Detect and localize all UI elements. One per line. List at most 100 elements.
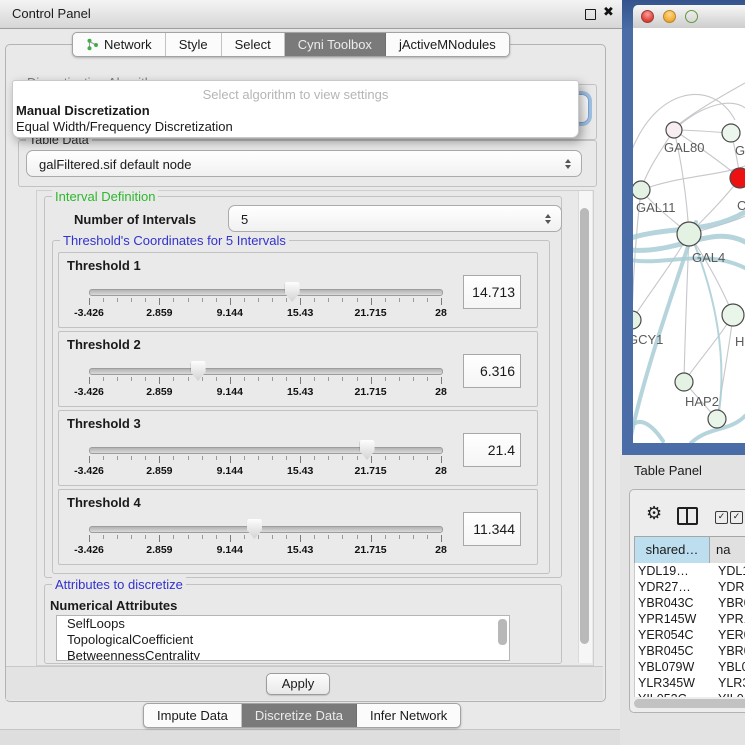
- slider-track[interactable]: [89, 368, 443, 375]
- network-node[interactable]: [666, 122, 682, 138]
- node-label: GA: [735, 143, 745, 158]
- table-row[interactable]: YBL079WYBL0: [635, 659, 745, 675]
- attribute-item[interactable]: BetweennessCentrality: [57, 648, 509, 661]
- threshold-value-field[interactable]: 21.4: [463, 433, 521, 467]
- node-label: GAL4: [692, 250, 725, 265]
- network-canvas-svg: GAL80GACGAL11GAL4GCY1HHAP2: [633, 28, 745, 443]
- slider-tick-labels: -3.4262.8599.14415.4321.71528: [89, 544, 441, 557]
- network-canvas[interactable]: GAL80GACGAL11GAL4GCY1HHAP2: [633, 28, 745, 443]
- column-header-shared-name[interactable]: shared…: [634, 537, 710, 563]
- table-row[interactable]: YIL052CYIL0: [635, 691, 745, 697]
- gear-icon[interactable]: ⚙: [646, 503, 662, 524]
- float-window-icon[interactable]: [585, 9, 596, 20]
- threshold-value-field[interactable]: 14.713: [463, 275, 521, 309]
- attributes-group-label: Attributes to discretize: [52, 577, 186, 592]
- network-node[interactable]: [633, 181, 650, 199]
- checkbox-icon[interactable]: ✓: [715, 511, 728, 524]
- tab-jactivemnodules[interactable]: jActiveMNodules: [386, 33, 509, 56]
- numerical-attributes-list: SelfLoopsTopologicalCoefficientBetweenne…: [56, 615, 510, 661]
- table-row[interactable]: YDR27…YDR2: [635, 579, 745, 595]
- slider-track[interactable]: [89, 289, 443, 296]
- tick-label: 9.144: [217, 307, 243, 319]
- network-node[interactable]: [722, 304, 744, 326]
- table-panel-title: Table Panel: [634, 463, 702, 478]
- tab-select[interactable]: Select: [222, 33, 285, 56]
- table-row[interactable]: YPR145WYPR1: [635, 611, 745, 627]
- tab-label: Cyni Toolbox: [298, 33, 372, 56]
- table-row[interactable]: YBR043CYBR0: [635, 595, 745, 611]
- table-cell: YIL0: [711, 691, 744, 697]
- top-tab-bar: Network Style Select Cyni Toolbox jActiveMNo…: [72, 32, 510, 57]
- threshold-label: Threshold 2: [67, 337, 141, 352]
- tick-label: 28: [435, 544, 447, 556]
- table-cell: YLR3: [711, 675, 745, 691]
- network-node[interactable]: [677, 222, 701, 246]
- tab-label: Impute Data: [157, 704, 228, 727]
- tick-label: 21.715: [355, 465, 387, 477]
- node-label: GCY1: [633, 332, 663, 347]
- attribute-item[interactable]: TopologicalCoefficient: [57, 632, 509, 648]
- table-cell: YBR0: [711, 595, 745, 611]
- split-columns-icon[interactable]: [677, 507, 698, 525]
- tab-network[interactable]: Network: [73, 33, 166, 56]
- network-node[interactable]: [675, 373, 693, 391]
- thresholds-group-label: Threshold's Coordinates for 5 Intervals: [60, 233, 289, 248]
- table-cell: YER054C: [635, 627, 711, 643]
- threshold-value-field[interactable]: 6.316: [463, 354, 521, 388]
- table-cell: YLR345W: [635, 675, 711, 691]
- column-header-name[interactable]: na: [710, 537, 745, 563]
- slider-track[interactable]: [89, 526, 443, 533]
- dropdown-item-manual-discretization[interactable]: Manual Discretization: [16, 103, 556, 119]
- tab-label: Discretize Data: [255, 704, 343, 727]
- number-of-intervals-combobox[interactable]: 5: [228, 205, 562, 232]
- tick-label: 15.43: [287, 307, 313, 319]
- table-cell: YPR1: [711, 611, 745, 627]
- table-cell: YBL0: [711, 659, 745, 675]
- slider-track[interactable]: [89, 447, 443, 454]
- network-node[interactable]: [722, 124, 740, 142]
- table-cell: YDR2: [711, 579, 745, 595]
- tick-label: 2.859: [146, 307, 172, 319]
- tab-label: Infer Network: [370, 704, 447, 727]
- slider-ticks: [89, 377, 441, 385]
- table-row[interactable]: YBR045CYBR0: [635, 643, 745, 659]
- close-icon[interactable]: ✖: [603, 5, 614, 20]
- network-node[interactable]: [730, 168, 745, 188]
- slider-ticks: [89, 456, 441, 464]
- traffic-light-minimize-icon[interactable]: [663, 10, 676, 23]
- table-cell: YBR0: [711, 643, 745, 659]
- tab-impute-data[interactable]: Impute Data: [144, 704, 242, 727]
- tab-cyni-toolbox[interactable]: Cyni Toolbox: [285, 33, 386, 56]
- table-horizontal-scrollbar[interactable]: [634, 699, 745, 708]
- tab-label: Select: [235, 33, 271, 56]
- checkbox-icon[interactable]: ✓: [730, 511, 743, 524]
- algorithm-dropdown-popup: Select algorithm to view settings Manual…: [12, 80, 579, 138]
- table-row[interactable]: YER054CYER0: [635, 627, 745, 643]
- tick-label: 28: [435, 307, 447, 319]
- threshold-value-field[interactable]: 11.344: [463, 512, 521, 546]
- traffic-light-zoom-icon[interactable]: [685, 10, 698, 23]
- interval-definition-label: Interval Definition: [52, 189, 158, 204]
- dropdown-item-equal-width-frequency[interactable]: Equal Width/Frequency Discretization: [16, 119, 556, 135]
- network-node[interactable]: [633, 311, 641, 329]
- attribute-item[interactable]: SelfLoops: [57, 616, 509, 632]
- tick-label: 28: [435, 465, 447, 477]
- tab-style[interactable]: Style: [166, 33, 222, 56]
- tab-discretize-data[interactable]: Discretize Data: [242, 704, 357, 727]
- tick-label: 15.43: [287, 386, 313, 398]
- tab-label: Style: [179, 33, 208, 56]
- traffic-light-close-icon[interactable]: [641, 10, 654, 23]
- network-node[interactable]: [708, 410, 726, 428]
- tick-label: 2.859: [146, 386, 172, 398]
- table-row[interactable]: YDL19…YDL1: [635, 563, 745, 579]
- node-label: H: [735, 334, 744, 349]
- tick-label: 15.43: [287, 544, 313, 556]
- table-row[interactable]: YLR345WYLR3: [635, 675, 745, 691]
- settings-scrollbar-thumb[interactable]: [580, 208, 589, 644]
- list-scrollbar-thumb[interactable]: [498, 619, 507, 645]
- panel-title: Control Panel: [12, 6, 91, 21]
- table-data-combobox[interactable]: galFiltered.sif default node: [26, 150, 582, 177]
- table-body: YDL19…YDL1YDR27…YDR2YBR043CYBR0YPR145WYP…: [634, 563, 745, 697]
- tab-infer-network[interactable]: Infer Network: [357, 704, 460, 727]
- apply-button[interactable]: Apply: [266, 673, 330, 695]
